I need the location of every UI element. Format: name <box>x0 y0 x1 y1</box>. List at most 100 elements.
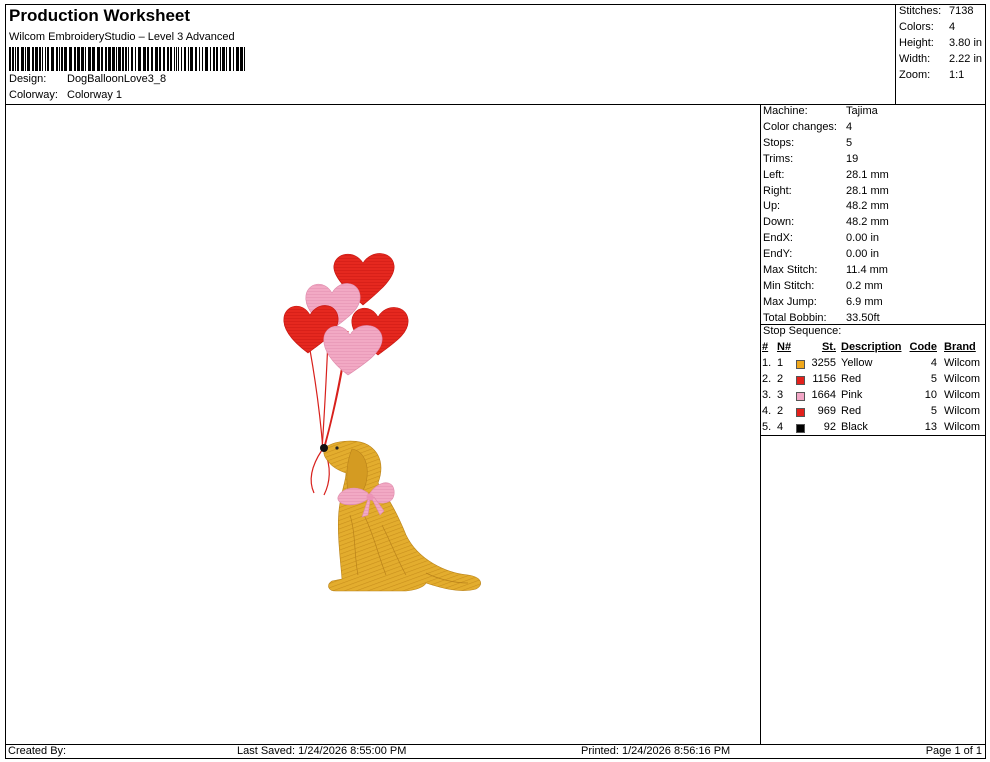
color-swatch <box>796 391 805 401</box>
worksheet-header: Production Worksheet Wilcom EmbroiderySt… <box>5 4 895 104</box>
sequence-header-n: N# <box>777 341 792 353</box>
worksheet-footer: Created By: Last Saved: 1/24/2026 8:55:0… <box>5 744 986 759</box>
page-number: Page 1 of 1 <box>925 745 982 757</box>
machine-row-label: Color changes: <box>763 120 837 133</box>
sequence-cell-code: 13 <box>924 420 937 433</box>
machine-row-value: Tajima <box>846 105 878 117</box>
sequence-cell-code: 10 <box>924 388 937 401</box>
machine-row-label: Left: <box>763 168 785 181</box>
machine-row-value: 19 <box>846 152 859 165</box>
sequence-cell-st: 1156 <box>812 372 836 385</box>
stat-stitches: Stitches: 7138 <box>899 5 974 17</box>
sequence-header-code: Code <box>909 341 938 353</box>
machine-row-label: Max Jump: <box>763 295 817 308</box>
design-value: DogBalloonLove3_8 <box>67 73 167 85</box>
machine-row-value: 28.1 mm <box>846 184 889 197</box>
dog-nose <box>320 444 328 452</box>
machine-row: EndX: 0.00 in <box>763 232 879 244</box>
sequence-cell-st: 969 <box>817 404 836 417</box>
page-title: Production Worksheet <box>9 6 191 25</box>
sequence-cell-desc: Pink <box>841 388 863 401</box>
sequence-header-num: # <box>762 341 769 353</box>
sequence-cell-desc: Red <box>841 372 862 385</box>
machine-row-value: 0.2 mm <box>846 279 883 292</box>
sequence-cell-brand: Wilcom <box>944 372 981 385</box>
stat-width: Width: 2.22 in <box>899 53 983 65</box>
stop-sequence-title: Stop Sequence: <box>763 325 842 337</box>
sequence-cell-st: 1664 <box>811 388 836 401</box>
table-row: 3. 3 1664 Pink 10 Wilcom <box>760 389 986 405</box>
created-by: Created By: <box>8 745 67 757</box>
machine-row-value: 5 <box>846 136 853 149</box>
table-row: 4. 2 969 Red 5 Wilcom <box>760 405 986 421</box>
sequence-cell-num: 3. <box>762 388 772 401</box>
machine-row-value: 28.1 mm <box>846 168 889 181</box>
summary-stats: Stitches: 7138 Colors: 4 Height: 3.80 in Wi… <box>895 4 986 104</box>
machine-row-value: 48.2 mm <box>846 200 889 213</box>
sequence-cell-code: 4 <box>930 357 937 369</box>
machine-row: Max Jump: 6.9 mm <box>763 296 883 308</box>
embroidery-design-image <box>283 253 481 592</box>
stat-colors: Colors: 4 <box>899 21 956 33</box>
machine-row-value: 0.00 in <box>846 248 880 261</box>
sequence-cell-n: 4 <box>777 420 784 433</box>
machine-row: Trims: 19 <box>763 153 858 165</box>
machine-row-label: Max Stitch: <box>763 264 818 276</box>
machine-row-label: EndX: <box>763 232 793 245</box>
stat-zoom: Zoom: 1:1 <box>899 69 965 81</box>
machine-row: Left: 28.1 mm <box>763 169 889 181</box>
machine-row-label: Stops: <box>763 136 795 149</box>
sequence-header-brand: Brand <box>944 341 976 353</box>
sequence-cell-n: 2 <box>777 404 784 417</box>
sequence-cell-desc: Yellow <box>841 357 873 369</box>
machine-row-label: Trims: <box>763 152 794 165</box>
design-label: Design: <box>9 73 47 85</box>
color-swatch <box>796 423 805 433</box>
machine-row: Down: 48.2 mm <box>763 216 889 228</box>
printed-date: Printed: 1/24/2026 8:56:16 PM <box>581 745 731 757</box>
machine-row-label: Machine: <box>763 105 808 117</box>
sequence-header-row: # N# St. Description Code Brand <box>760 341 986 357</box>
sequence-header-st: St. <box>821 341 836 353</box>
machine-row-label: Up: <box>763 200 781 213</box>
color-swatch <box>796 360 805 369</box>
sequence-cell-code: 5 <box>930 404 937 417</box>
machine-row: Min Stitch: 0.2 mm <box>763 280 883 292</box>
sequence-cell-st: 3255 <box>811 357 836 369</box>
machine-row-label: Right: <box>763 184 792 197</box>
color-swatch <box>796 407 805 417</box>
stat-height: Height: 3.80 in <box>899 37 983 49</box>
machine-row: Up: 48.2 mm <box>763 200 889 212</box>
machine-row: Stops: 5 <box>763 137 852 149</box>
machine-row-value: 6.9 mm <box>846 295 883 308</box>
sequence-cell-num: 4. <box>762 404 772 417</box>
machine-row: Total Bobbin: 33.50ft <box>763 312 880 324</box>
sequence-cell-brand: Wilcom <box>944 388 981 401</box>
sequence-end-divider <box>760 435 986 436</box>
heart-pink-bottom <box>323 325 383 376</box>
sequence-cell-desc: Black <box>841 420 868 433</box>
sequence-cell-code: 5 <box>930 372 937 385</box>
software-name: Wilcom EmbroideryStudio – Level 3 Advanc… <box>9 31 235 43</box>
table-row: 2. 2 1156 Red 5 Wilcom <box>760 373 986 389</box>
machine-row: EndY: 0.00 in <box>763 248 879 260</box>
sequence-cell-brand: Wilcom <box>944 420 981 433</box>
design-row: Design: DogBalloonLove3_8 <box>9 73 166 85</box>
sequence-header-desc: Description <box>841 341 902 353</box>
machine-row: Max Stitch: 11.4 mm <box>763 264 888 276</box>
color-swatch <box>796 375 805 385</box>
sequence-cell-brand: Wilcom <box>944 357 981 369</box>
machine-row: Color changes: 4 <box>763 121 852 133</box>
sequence-cell-desc: Red <box>841 404 862 417</box>
dog-eye <box>335 446 339 450</box>
machine-row-label: Total Bobbin: <box>763 311 827 324</box>
colorway-label: Colorway: <box>9 89 58 101</box>
machine-row-value: 0.00 in <box>846 232 880 245</box>
sequence-cell-num: 2. <box>762 372 772 385</box>
sequence-cell-st: 92 <box>823 420 836 433</box>
table-row: 1. 1 3255 Yellow 4 Wilcom <box>760 357 986 373</box>
sequence-cell-n: 2 <box>777 372 784 385</box>
golden-retriever <box>320 440 481 592</box>
machine-row-value: 33.50ft <box>846 311 880 324</box>
machine-row-label: Down: <box>763 216 795 229</box>
